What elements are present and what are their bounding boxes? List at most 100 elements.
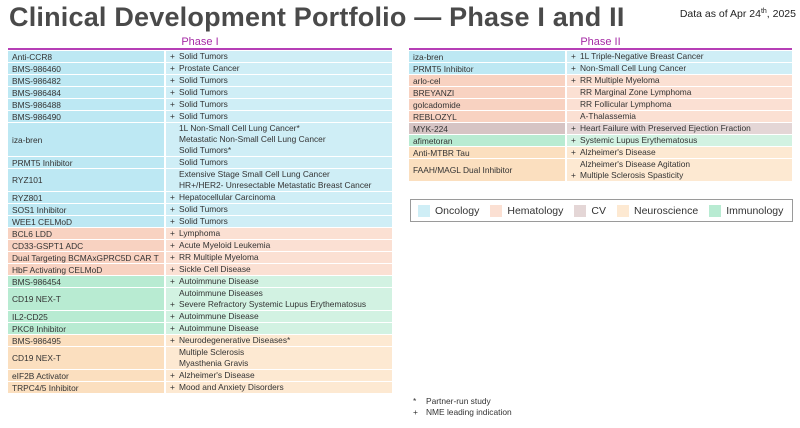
pipeline-row: Dual Targeting BCMAxGPRC5D CAR T + RR Mult… <box>8 251 392 263</box>
indication-list: Alzheimer's Disease Agitation + Multiple S… <box>567 159 792 181</box>
nme-marker <box>567 159 580 170</box>
indication-list: + Autoimmune Disease <box>166 323 392 334</box>
pipeline-row: REBLOZYL A-Thalassemia <box>409 110 792 122</box>
asset-name: REBLOZYL <box>409 111 567 122</box>
nme-marker: + <box>170 87 175 97</box>
indication: + Severe Refractory Systemic Lupus Erythe… <box>166 299 392 310</box>
footnote-symbol: * <box>413 396 417 406</box>
nme-marker <box>166 145 179 156</box>
asset-name: CD33-GSPT1 ADC <box>8 240 166 251</box>
asset-name: BMS-986484 <box>8 87 166 98</box>
footnote-symbol: + <box>413 407 418 417</box>
asset-name: BMS-986454 <box>8 276 166 287</box>
indication: + Autoimmune Disease <box>166 276 392 287</box>
page-title: Clinical Development Portfolio — Phase I… <box>9 2 625 32</box>
phase-2-panel: Phase II iza-bren +1L Triple-Negative Bre… <box>409 36 792 181</box>
indication-text: Solid Tumors <box>179 216 228 226</box>
indication-text: Extensive Stage Small Cell Lung Cancer <box>179 169 330 179</box>
indication-list: + Lymphoma <box>166 228 392 239</box>
asset-name: HbF Activating CELMoD <box>8 264 166 275</box>
indication: Metastatic Non-Small Cell Lung Cancer <box>166 134 392 145</box>
indication: + Heart Failure with Preserved Ejection F… <box>567 123 792 134</box>
indication-list: + Non-Small Cell Lung Cancer <box>567 63 792 74</box>
indication: 1L Non-Small Cell Lung Cancer* <box>166 123 392 134</box>
nme-marker: + <box>170 99 175 109</box>
footnote-text: NME leading indication <box>426 407 512 417</box>
indication-text: Solid Tumors <box>179 99 228 109</box>
indication-text: Autoimmune Disease <box>179 311 259 321</box>
indication-list: + Heart Failure with Preserved Ejection F… <box>567 123 792 134</box>
indication: +1L Triple-Negative Breast Cancer <box>567 51 792 62</box>
indication-text: Alzheimer's Disease <box>580 147 656 157</box>
indication-list: + Solid Tumors <box>166 204 392 215</box>
indication-list: RR Follicular Lymphoma <box>567 99 792 110</box>
indication-text: Hepatocellular Carcinoma <box>179 192 276 202</box>
indication-list: + Autoimmune Disease <box>166 276 392 287</box>
indication-list: + Autoimmune Disease <box>166 311 392 322</box>
data-date-prefix: Data as of Apr 24 <box>679 8 761 20</box>
therapeutic-area-legend: Oncology Hematology CV Neuroscience Immunolo… <box>410 199 793 222</box>
indication: RR Marginal Zone Lymphoma <box>567 87 792 98</box>
indication-list: Solid Tumors <box>166 157 392 168</box>
pipeline-row: BCL6 LDD + Lymphoma <box>8 227 392 239</box>
indication: RR Follicular Lymphoma <box>567 99 792 110</box>
asset-name: BMS-986482 <box>8 75 166 86</box>
nme-marker: + <box>170 264 175 274</box>
pipeline-row: BMS-986490 + Solid Tumors <box>8 110 392 122</box>
pipeline-row: BMS-986482 + Solid Tumors <box>8 74 392 86</box>
asset-name: BMS-986490 <box>8 111 166 122</box>
indication: + Mood and Anxiety Disorders <box>166 382 392 393</box>
pipeline-row: BMS-986460 + Prostate Cancer <box>8 62 392 74</box>
indication-text: Myasthenia Gravis <box>179 358 249 368</box>
phase-1-panel: Phase I Anti-CCR8 + Solid Tumors BMS-986460… <box>8 36 392 393</box>
indication-text: Multiple Sclerosis Spasticity <box>580 170 684 180</box>
footnote-text: Partner-run study <box>426 396 491 406</box>
indication-text: Solid Tumors* <box>179 145 232 155</box>
indication-list: + Solid Tumors <box>166 111 392 122</box>
pipeline-row: IL2-CD25 + Autoimmune Disease <box>8 310 392 322</box>
nme-marker: + <box>170 216 175 226</box>
pipeline-row: PKCθ Inhibitor + Autoimmune Disease <box>8 322 392 334</box>
indication: A-Thalassemia <box>567 111 792 122</box>
asset-name: BMS-986488 <box>8 99 166 110</box>
footnote: * Partner-run study <box>413 396 512 407</box>
indication-text: Non-Small Cell Lung Cancer <box>580 63 687 73</box>
nme-marker: + <box>170 382 175 392</box>
indication-list: + Acute Myeloid Leukemia <box>166 240 392 251</box>
pipeline-row: Anti-MTBR Tau + Alzheimer's Disease <box>409 146 792 158</box>
pipeline-row: TRPC4/5 Inhibitor + Mood and Anxiety Disor… <box>8 381 392 393</box>
pipeline-row: RYZ801 + Hepatocellular Carcinoma <box>8 191 392 203</box>
pipeline-row: CD19 NEX-T Multiple Sclerosis Myasthenia G… <box>8 346 392 369</box>
nme-marker: + <box>170 63 175 73</box>
indication-text: Alzheimer's Disease <box>179 370 255 380</box>
indication-list: + Alzheimer's Disease <box>567 147 792 158</box>
pipeline-row: BMS-986484 + Solid Tumors <box>8 86 392 98</box>
phase-1-heading: Phase I <box>8 36 392 50</box>
nme-marker <box>166 347 179 358</box>
asset-name: afimetoran <box>409 135 567 146</box>
asset-name: Anti-MTBR Tau <box>409 147 567 158</box>
indication: HR+/HER2- Unresectable Metastatic Breast… <box>166 180 392 191</box>
asset-name: Dual Targeting BCMAxGPRC5D CAR T <box>8 252 166 263</box>
nme-marker: + <box>170 240 175 250</box>
indication-text: Solid Tumors <box>179 157 228 167</box>
indication: + RR Multiple Myeloma <box>166 252 392 263</box>
nme-marker <box>166 134 179 145</box>
pipeline-row: CD19 NEX-T Autoimmune Diseases + Severe Ref… <box>8 287 392 310</box>
pipeline-row: golcadomide RR Follicular Lymphoma <box>409 98 792 110</box>
data-date-suffix: , 2025 <box>766 8 796 20</box>
asset-name: arlo-cel <box>409 75 567 86</box>
indication-text: Severe Refractory Systemic Lupus Erythem… <box>179 299 367 309</box>
indication-list: +1L Triple-Negative Breast Cancer <box>567 51 792 62</box>
pipeline-row: PRMT5 Inhibitor Solid Tumors <box>8 156 392 168</box>
indication-list: + Neurodegenerative Diseases* <box>166 335 392 346</box>
legend-item-immunology: Immunology <box>709 204 783 217</box>
nme-marker: + <box>571 170 576 180</box>
phase-2-heading: Phase II <box>409 36 792 50</box>
indication: + Solid Tumors <box>166 99 392 110</box>
nme-marker: + <box>170 111 175 121</box>
indication-text: Autoimmune Disease <box>179 323 259 333</box>
asset-name: BCL6 LDD <box>8 228 166 239</box>
asset-name: Anti-CCR8 <box>8 51 166 62</box>
pipeline-row: MYK-224 + Heart Failure with Preserved Eje… <box>409 122 792 134</box>
